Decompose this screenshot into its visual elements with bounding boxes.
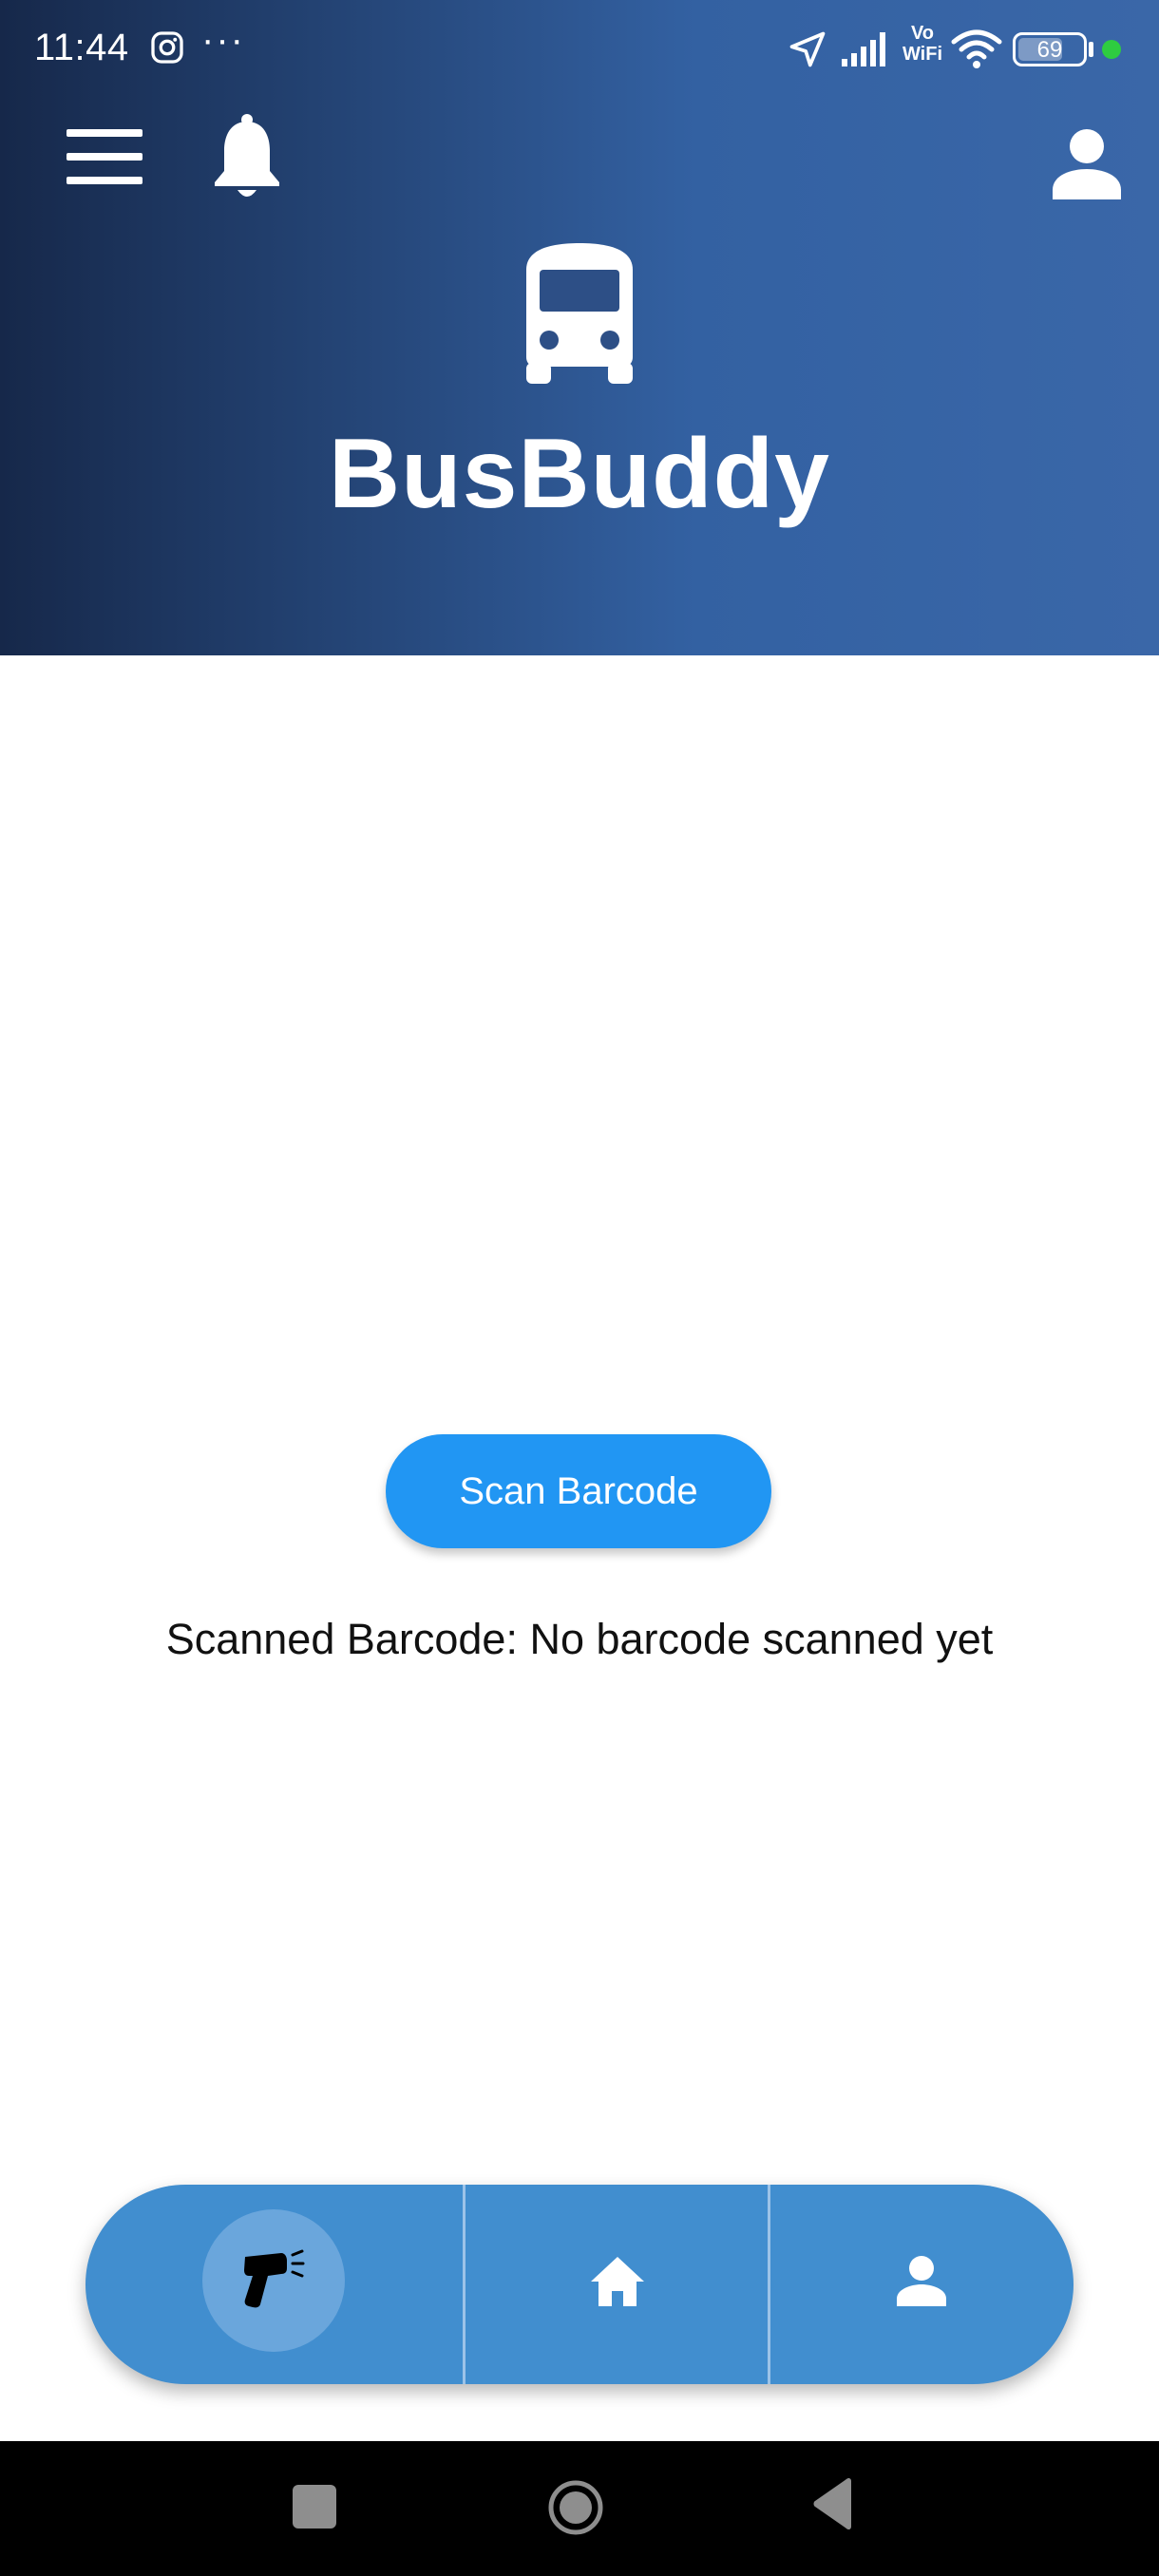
app-title: BusBuddy bbox=[329, 419, 830, 529]
more-notifications-icon: ··· bbox=[201, 19, 245, 61]
bell-icon[interactable] bbox=[211, 112, 283, 201]
menu-icon-bar bbox=[66, 177, 142, 184]
nav-item-scan[interactable] bbox=[86, 2185, 463, 2384]
vowifi-indicator: Vo WiFi bbox=[899, 23, 946, 65]
status-time: 11:44 bbox=[34, 27, 129, 68]
battery-tip bbox=[1089, 42, 1093, 57]
wifi-icon bbox=[951, 29, 1002, 68]
menu-button[interactable] bbox=[66, 129, 142, 184]
system-navigation-bar bbox=[0, 2441, 1159, 2576]
nav-item-profile[interactable] bbox=[770, 2185, 1074, 2384]
menu-icon-bar bbox=[66, 153, 142, 161]
status-bar: 11:44 ··· Vo WiFi 69 bbox=[0, 0, 1159, 99]
scanned-barcode-text: Scanned Barcode: No barcode scanned yet bbox=[165, 1615, 994, 1663]
signal-icon bbox=[842, 32, 885, 66]
menu-icon bbox=[66, 129, 142, 137]
battery-icon: 69 bbox=[1013, 32, 1087, 66]
bottom-navigation-bar bbox=[86, 2185, 1074, 2384]
barcode-scanner-icon bbox=[244, 2249, 305, 2308]
home-icon bbox=[591, 2257, 644, 2306]
bus-icon bbox=[526, 243, 633, 384]
person-icon bbox=[897, 2256, 946, 2306]
vowifi-line1: Vo bbox=[910, 23, 935, 44]
battery-level: 69 bbox=[1036, 37, 1063, 63]
privacy-indicator-dot bbox=[1102, 40, 1121, 59]
instagram-icon bbox=[151, 31, 183, 64]
scan-barcode-button[interactable]: Scan Barcode bbox=[386, 1434, 771, 1548]
app-header: 11:44 ··· Vo WiFi 69 BusBuddy bbox=[0, 0, 1159, 655]
home-circle-icon[interactable] bbox=[547, 2479, 604, 2536]
profile-icon[interactable] bbox=[1051, 127, 1123, 199]
back-triangle-icon[interactable] bbox=[811, 2477, 855, 2530]
location-arrow-icon bbox=[789, 31, 826, 67]
recent-apps-icon[interactable] bbox=[293, 2485, 336, 2529]
vowifi-line2: WiFi bbox=[902, 44, 943, 65]
nav-item-home[interactable] bbox=[466, 2185, 768, 2384]
